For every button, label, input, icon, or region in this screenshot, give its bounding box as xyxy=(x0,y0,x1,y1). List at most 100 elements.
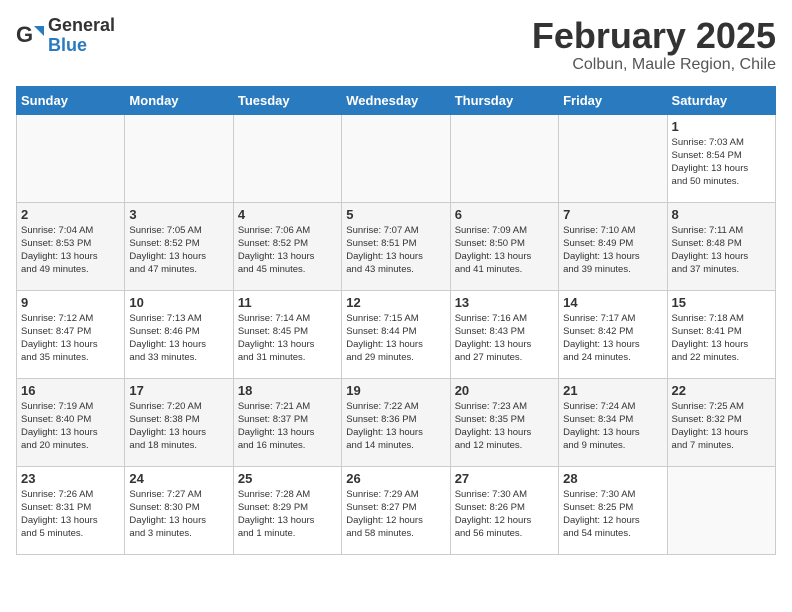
day-info: Sunrise: 7:03 AM Sunset: 8:54 PM Dayligh… xyxy=(672,136,771,189)
calendar-cell: 23Sunrise: 7:26 AM Sunset: 8:31 PM Dayli… xyxy=(17,466,125,554)
calendar-cell: 17 Sunrise: 7:20 AM Sunset: 8:38 PM Dayli… xyxy=(125,378,233,466)
calendar-cell: 3 Sunrise: 7:05 AM Sunset: 8:52 PM Daylig… xyxy=(125,202,233,290)
weekday-header-wednesday: Wednesday xyxy=(342,86,450,114)
calendar-cell: 14 Sunrise: 7:17 AM Sunset: 8:42 PM Dayli… xyxy=(559,290,667,378)
calendar-cell: 21Sunrise: 7:24 AM Sunset: 8:34 PM Dayli… xyxy=(559,378,667,466)
day-info: Sunrise: 7:14 AM Sunset: 8:45 PM Dayligh… xyxy=(238,312,337,365)
calendar-cell: 28 Sunrise: 7:30 AM Sunset: 8:25 PM Dayli… xyxy=(559,466,667,554)
calendar-cell: 12Sunrise: 7:15 AM Sunset: 8:44 PM Dayli… xyxy=(342,290,450,378)
day-info: Sunrise: 7:18 AM Sunset: 8:41 PM Dayligh… xyxy=(672,312,771,365)
calendar-cell: 10 Sunrise: 7:13 AM Sunset: 8:46 PM Dayli… xyxy=(125,290,233,378)
calendar-cell: 20 Sunrise: 7:23 AM Sunset: 8:35 PM Dayli… xyxy=(450,378,558,466)
calendar-cell xyxy=(125,114,233,202)
day-info: Sunrise: 7:29 AM Sunset: 8:27 PM Dayligh… xyxy=(346,488,445,541)
calendar-cell xyxy=(233,114,341,202)
calendar-cell xyxy=(17,114,125,202)
day-number: 18 xyxy=(238,383,337,398)
header: G General Blue February 2025 Colbun, Mau… xyxy=(16,16,776,74)
calendar-cell: 9 Sunrise: 7:12 AM Sunset: 8:47 PM Daylig… xyxy=(17,290,125,378)
logo-general-text: General xyxy=(48,16,115,36)
day-info: Sunrise: 7:21 AM Sunset: 8:37 PM Dayligh… xyxy=(238,400,337,453)
day-number: 22 xyxy=(672,383,771,398)
calendar-cell: 22 Sunrise: 7:25 AM Sunset: 8:32 PM Dayli… xyxy=(667,378,775,466)
day-info: Sunrise: 7:15 AM Sunset: 8:44 PM Dayligh… xyxy=(346,312,445,365)
day-number: 16 xyxy=(21,383,120,398)
week-row-2: 2 Sunrise: 7:04 AM Sunset: 8:53 PM Daylig… xyxy=(17,202,776,290)
calendar-cell: 16 Sunrise: 7:19 AM Sunset: 8:40 PM Dayli… xyxy=(17,378,125,466)
day-info: Sunrise: 7:16 AM Sunset: 8:43 PM Dayligh… xyxy=(455,312,554,365)
day-info: Sunrise: 7:23 AM Sunset: 8:35 PM Dayligh… xyxy=(455,400,554,453)
calendar-cell: 4Sunrise: 7:06 AM Sunset: 8:52 PM Daylig… xyxy=(233,202,341,290)
calendar-cell: 25Sunrise: 7:28 AM Sunset: 8:29 PM Dayli… xyxy=(233,466,341,554)
day-number: 24 xyxy=(129,471,228,486)
day-info: Sunrise: 7:17 AM Sunset: 8:42 PM Dayligh… xyxy=(563,312,662,365)
calendar-cell: 18 Sunrise: 7:21 AM Sunset: 8:37 PM Dayli… xyxy=(233,378,341,466)
day-number: 2 xyxy=(21,207,120,222)
calendar-subtitle: Colbun, Maule Region, Chile xyxy=(532,56,776,74)
day-number: 28 xyxy=(563,471,662,486)
day-number: 6 xyxy=(455,207,554,222)
calendar-cell: 11 Sunrise: 7:14 AM Sunset: 8:45 PM Dayli… xyxy=(233,290,341,378)
day-info: Sunrise: 7:09 AM Sunset: 8:50 PM Dayligh… xyxy=(455,224,554,277)
day-number: 10 xyxy=(129,295,228,310)
day-number: 20 xyxy=(455,383,554,398)
day-info: Sunrise: 7:24 AM Sunset: 8:34 PM Dayligh… xyxy=(563,400,662,453)
calendar-cell: 24 Sunrise: 7:27 AM Sunset: 8:30 PM Dayli… xyxy=(125,466,233,554)
day-info: Sunrise: 7:10 AM Sunset: 8:49 PM Dayligh… xyxy=(563,224,662,277)
title-area: February 2025 Colbun, Maule Region, Chil… xyxy=(532,16,776,74)
weekday-header-friday: Friday xyxy=(559,86,667,114)
day-number: 3 xyxy=(129,207,228,222)
calendar-cell xyxy=(559,114,667,202)
day-number: 17 xyxy=(129,383,228,398)
day-info: Sunrise: 7:11 AM Sunset: 8:48 PM Dayligh… xyxy=(672,224,771,277)
calendar-cell xyxy=(342,114,450,202)
day-info: Sunrise: 7:30 AM Sunset: 8:25 PM Dayligh… xyxy=(563,488,662,541)
day-info: Sunrise: 7:13 AM Sunset: 8:46 PM Dayligh… xyxy=(129,312,228,365)
calendar-cell: 6 Sunrise: 7:09 AM Sunset: 8:50 PM Daylig… xyxy=(450,202,558,290)
calendar-cell: 26 Sunrise: 7:29 AM Sunset: 8:27 PM Dayli… xyxy=(342,466,450,554)
day-info: Sunrise: 7:06 AM Sunset: 8:52 PM Dayligh… xyxy=(238,224,337,277)
day-info: Sunrise: 7:05 AM Sunset: 8:52 PM Dayligh… xyxy=(129,224,228,277)
day-info: Sunrise: 7:27 AM Sunset: 8:30 PM Dayligh… xyxy=(129,488,228,541)
day-info: Sunrise: 7:25 AM Sunset: 8:32 PM Dayligh… xyxy=(672,400,771,453)
day-number: 27 xyxy=(455,471,554,486)
weekday-header-saturday: Saturday xyxy=(667,86,775,114)
day-info: Sunrise: 7:19 AM Sunset: 8:40 PM Dayligh… xyxy=(21,400,120,453)
calendar-cell: 13 Sunrise: 7:16 AM Sunset: 8:43 PM Dayli… xyxy=(450,290,558,378)
logo-blue-text: Blue xyxy=(48,36,115,56)
weekday-header-row: SundayMondayTuesdayWednesdayThursdayFrid… xyxy=(17,86,776,114)
day-number: 8 xyxy=(672,207,771,222)
weekday-header-tuesday: Tuesday xyxy=(233,86,341,114)
calendar-cell: 7 Sunrise: 7:10 AM Sunset: 8:49 PM Daylig… xyxy=(559,202,667,290)
day-number: 5 xyxy=(346,207,445,222)
day-number: 23 xyxy=(21,471,120,486)
weekday-header-sunday: Sunday xyxy=(17,86,125,114)
calendar-title: February 2025 xyxy=(532,16,776,56)
week-row-4: 16 Sunrise: 7:19 AM Sunset: 8:40 PM Dayli… xyxy=(17,378,776,466)
svg-text:G: G xyxy=(16,22,33,47)
logo: G General Blue xyxy=(16,16,115,56)
weekday-header-monday: Monday xyxy=(125,86,233,114)
logo-icon: G xyxy=(16,22,44,50)
day-number: 13 xyxy=(455,295,554,310)
weekday-header-thursday: Thursday xyxy=(450,86,558,114)
calendar-cell: 19Sunrise: 7:22 AM Sunset: 8:36 PM Dayli… xyxy=(342,378,450,466)
week-row-5: 23Sunrise: 7:26 AM Sunset: 8:31 PM Dayli… xyxy=(17,466,776,554)
day-info: Sunrise: 7:12 AM Sunset: 8:47 PM Dayligh… xyxy=(21,312,120,365)
day-number: 11 xyxy=(238,295,337,310)
calendar-table: SundayMondayTuesdayWednesdayThursdayFrid… xyxy=(16,86,776,555)
calendar-cell: 1 Sunrise: 7:03 AM Sunset: 8:54 PM Daylig… xyxy=(667,114,775,202)
day-number: 14 xyxy=(563,295,662,310)
day-info: Sunrise: 7:20 AM Sunset: 8:38 PM Dayligh… xyxy=(129,400,228,453)
day-number: 9 xyxy=(21,295,120,310)
day-number: 7 xyxy=(563,207,662,222)
calendar-cell: 8 Sunrise: 7:11 AM Sunset: 8:48 PM Daylig… xyxy=(667,202,775,290)
day-number: 26 xyxy=(346,471,445,486)
day-info: Sunrise: 7:07 AM Sunset: 8:51 PM Dayligh… xyxy=(346,224,445,277)
day-number: 15 xyxy=(672,295,771,310)
day-info: Sunrise: 7:04 AM Sunset: 8:53 PM Dayligh… xyxy=(21,224,120,277)
day-info: Sunrise: 7:22 AM Sunset: 8:36 PM Dayligh… xyxy=(346,400,445,453)
calendar-cell: 5 Sunrise: 7:07 AM Sunset: 8:51 PM Daylig… xyxy=(342,202,450,290)
day-number: 1 xyxy=(672,119,771,134)
calendar-cell xyxy=(667,466,775,554)
